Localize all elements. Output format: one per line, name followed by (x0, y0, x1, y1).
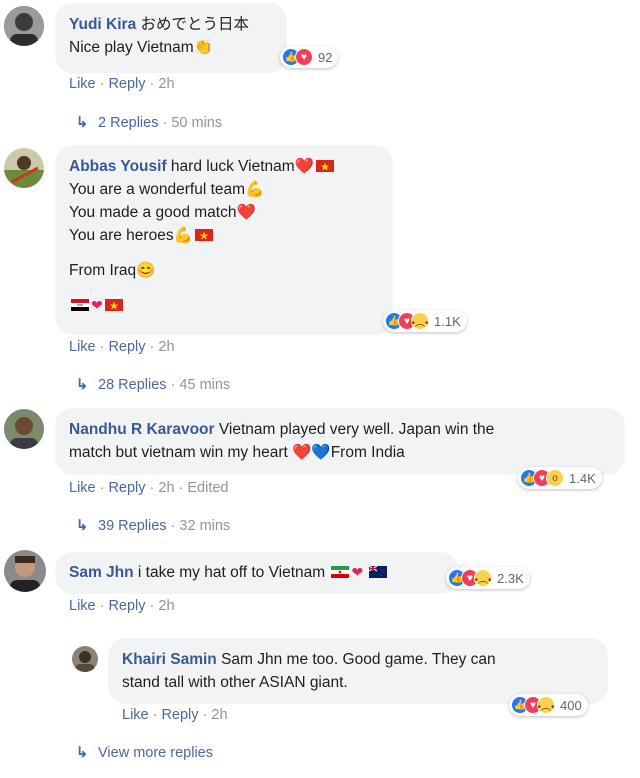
reply-text: stand tall with other ASIAN giant. (122, 674, 348, 691)
reaction-count: 1.1K (434, 313, 461, 329)
author-name[interactable]: Nandhu R Karavoor (69, 421, 215, 438)
comment-text: Vietnam played very well. Japan win the (218, 421, 495, 438)
view-more-replies-link[interactable]: ↳ View more replies (76, 745, 213, 761)
timestamp[interactable]: 2h (158, 76, 174, 92)
avatar[interactable] (4, 6, 44, 46)
avatar-image (4, 6, 44, 46)
like-link[interactable]: Like (69, 76, 96, 92)
view-replies-link[interactable]: ↳ 39 Replies · 32 mins (76, 518, 230, 534)
reply-arrow-icon: ↳ (76, 518, 89, 534)
replies-count: 2 Replies (98, 115, 159, 131)
author-name[interactable]: Khairi Samin (122, 651, 217, 668)
avatar[interactable] (72, 646, 98, 672)
avatar-image (4, 409, 44, 449)
comment-bubble: Yudi Kira おめでとう日本 Nice play Vietnam👏 (55, 3, 287, 73)
view-replies-link[interactable]: ↳ 2 Replies · 50 mins (76, 115, 222, 131)
timestamp[interactable]: 2h (211, 707, 227, 723)
reply-link[interactable]: Reply (108, 480, 145, 496)
comment-actions: Like · Reply · 2h (69, 76, 175, 92)
heart-icon: ❤ (91, 297, 103, 313)
reply-arrow-icon: ↳ (76, 745, 89, 761)
comment-text: hard luck Vietnam❤️ (170, 158, 315, 175)
replies-time: 32 mins (179, 518, 231, 534)
reaction-summary[interactable]: 👍 ♥ 92 (280, 46, 339, 68)
reply-arrow-icon: ↳ (76, 377, 89, 393)
avatar[interactable] (4, 550, 46, 592)
comment-bubble: Nandhu R Karavoor Vietnam played very we… (55, 408, 625, 475)
replies-time: 50 mins (171, 115, 223, 131)
reaction-summary[interactable]: 👍 ♥ •︵• 2.3K (446, 567, 530, 589)
sad-reaction-icon: •︵• (411, 312, 429, 330)
heart-icon: ❤ (351, 564, 364, 580)
reaction-count: 2.3K (497, 570, 524, 586)
reaction-count: 92 (318, 49, 333, 65)
vietnam-flag-icon (194, 229, 213, 241)
new-zealand-flag-icon (369, 566, 388, 578)
reply-text: Sam Jhn me too. Good game. They can (221, 651, 496, 668)
comment-bubble: Sam Jhn i take my hat off to Vietnam ❤ (55, 552, 458, 594)
reply-link[interactable]: Reply (108, 598, 145, 614)
reply-link[interactable]: Reply (161, 707, 198, 723)
comment-text: You are a wonderful team💪 (69, 181, 265, 198)
reaction-summary[interactable]: 👍 ♥ o 1.4K (518, 467, 602, 489)
author-name[interactable]: Sam Jhn (69, 564, 134, 581)
view-more-label: View more replies (98, 745, 213, 761)
like-link[interactable]: Like (69, 339, 96, 355)
sad-reaction-icon: •︵• (474, 569, 492, 587)
comment-text: i take my hat off to Vietnam (137, 564, 326, 581)
avatar[interactable] (4, 409, 44, 449)
sad-reaction-icon: •︵• (537, 696, 555, 714)
replies-count: 28 Replies (98, 377, 167, 393)
comment-text: おめでとう日本 (140, 16, 250, 33)
replies-time: 45 mins (179, 377, 231, 393)
comment-text: You are heroes💪 (69, 227, 193, 244)
edited-label[interactable]: Edited (187, 480, 228, 496)
vietnam-flag-icon (104, 299, 123, 311)
reply-link[interactable]: Reply (108, 339, 145, 355)
reply-link[interactable]: Reply (108, 76, 145, 92)
author-name[interactable]: Abbas Yousif (69, 158, 167, 175)
reply-actions: Like · Reply · 2h (122, 707, 228, 723)
timestamp[interactable]: 2h (158, 339, 174, 355)
iran-flag-icon (331, 566, 350, 578)
avatar-image (4, 550, 46, 592)
wow-reaction-icon: o (546, 469, 564, 487)
author-name[interactable]: Yudi Kira (69, 16, 136, 33)
like-link[interactable]: Like (69, 598, 96, 614)
avatar-image (4, 148, 44, 188)
comment-text: You made a good match❤️ (69, 204, 256, 221)
like-link[interactable]: Like (69, 480, 96, 496)
reaction-summary[interactable]: 👍 ♥ •︵• 1.1K (383, 310, 467, 332)
reaction-count: 400 (560, 697, 582, 713)
comment-bubble: Abbas Yousif hard luck Vietnam❤️ You are… (55, 145, 393, 335)
replies-count: 39 Replies (98, 518, 167, 534)
reaction-count: 1.4K (569, 470, 596, 486)
timestamp[interactable]: 2h (158, 480, 174, 496)
comment-actions: Like · Reply · 2h (69, 339, 175, 355)
view-replies-link[interactable]: ↳ 28 Replies · 45 mins (76, 377, 230, 393)
love-reaction-icon: ♥ (295, 48, 313, 66)
reply-arrow-icon: ↳ (76, 115, 89, 131)
vietnam-flag-icon (316, 160, 335, 172)
avatar-image (72, 646, 98, 672)
comment-actions: Like · Reply · 2h · Edited (69, 480, 229, 496)
like-link[interactable]: Like (122, 707, 149, 723)
iraq-flag-icon (71, 299, 89, 311)
comment-actions: Like · Reply · 2h (69, 598, 175, 614)
comment-text: Nice play Vietnam👏 (69, 39, 213, 56)
comment-text: From Iraq😊 (69, 262, 156, 279)
reaction-summary[interactable]: 👍 ♥ •︵• 400 (509, 694, 588, 716)
timestamp[interactable]: 2h (158, 598, 174, 614)
comment-text: match but vietnam win my heart ❤️💙From I… (69, 444, 405, 461)
avatar[interactable] (4, 148, 44, 188)
